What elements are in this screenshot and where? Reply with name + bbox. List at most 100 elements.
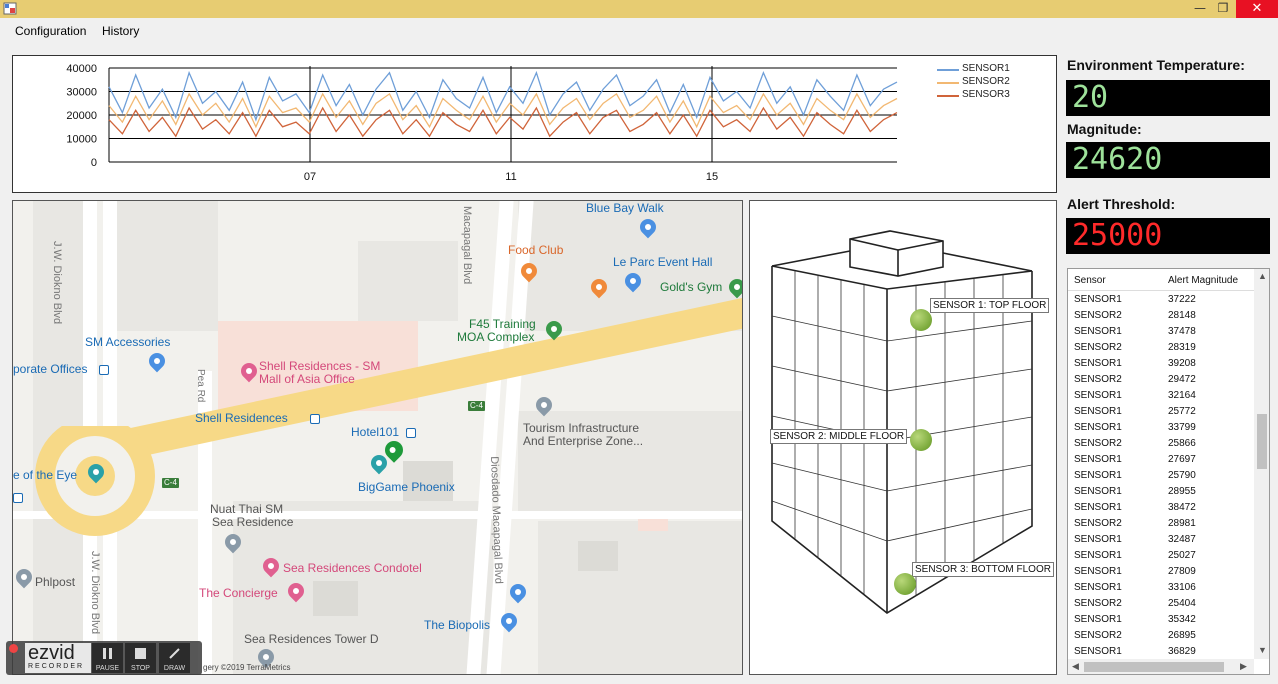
scroll-up-icon[interactable]: ▲ <box>1258 271 1267 281</box>
legend-swatch <box>937 95 959 97</box>
sensor1-indicator[interactable] <box>910 309 932 331</box>
cell-sensor: SENSOR1 <box>1074 614 1122 625</box>
poi-blue-bay-walk[interactable]: Blue Bay Walk <box>586 201 664 215</box>
x-tick-label: 15 <box>706 171 718 183</box>
cell-magnitude: 28981 <box>1168 518 1196 529</box>
table-row[interactable]: SENSOR1 25027 <box>1068 548 1254 564</box>
poi-tourism[interactable]: Tourism Infrastructure <box>523 421 639 435</box>
env-temp-value: 20 <box>1072 80 1109 115</box>
sensor-chart: 40000 30000 20000 10000 0 07 11 15 SENSOR1 SENS… <box>12 55 1057 193</box>
poi-f45[interactable]: F45 Training <box>469 317 536 331</box>
x-tick-label: 11 <box>505 171 516 183</box>
poi-le-parc[interactable]: Le Parc Event Hall <box>613 255 712 269</box>
poi-the-concierge[interactable]: The Concierge <box>199 586 278 600</box>
table-row[interactable]: SENSOR2 28319 <box>1068 340 1254 356</box>
poi-eye[interactable]: e of the Eye <box>13 468 77 482</box>
shopping-icon[interactable] <box>145 349 169 373</box>
cell-magnitude: 25027 <box>1168 550 1196 561</box>
table-row[interactable]: SENSOR1 27697 <box>1068 452 1254 468</box>
cell-magnitude: 39208 <box>1168 358 1196 369</box>
column-header-magnitude[interactable]: Alert Magnitude <box>1168 275 1238 286</box>
scroll-thumb[interactable] <box>1257 414 1267 469</box>
table-row[interactable]: SENSOR1 39208 <box>1068 356 1254 372</box>
scroll-down-icon[interactable]: ▼ <box>1258 645 1267 655</box>
sensor2-indicator[interactable] <box>910 429 932 451</box>
poi-corporate-offices[interactable]: porate Offices <box>13 362 87 376</box>
table-row[interactable]: SENSOR1 25772 <box>1068 404 1254 420</box>
map-block <box>538 521 742 674</box>
table-row[interactable]: SENSOR2 28148 <box>1068 308 1254 324</box>
cell-sensor: SENSOR1 <box>1074 550 1122 561</box>
cell-magnitude: 28319 <box>1168 342 1196 353</box>
transit-badge-icon <box>13 493 23 503</box>
map-block <box>358 241 458 321</box>
pause-icon <box>103 648 112 659</box>
table-row[interactable]: SENSOR1 37478 <box>1068 324 1254 340</box>
poi-nuat-thai[interactable]: Nuat Thai SM <box>210 502 283 516</box>
menu-history[interactable]: History <box>102 24 139 38</box>
vertical-scrollbar[interactable]: ▲ ▼ <box>1254 269 1269 659</box>
poi-sea-residences-tower[interactable]: Sea Residences Tower D <box>244 632 379 646</box>
table-row[interactable]: SENSOR1 32164 <box>1068 388 1254 404</box>
poi-pin-icon[interactable] <box>506 580 530 604</box>
scroll-thumb[interactable] <box>1084 662 1224 672</box>
column-header-sensor[interactable]: Sensor <box>1074 275 1106 286</box>
cell-magnitude: 29472 <box>1168 374 1196 385</box>
poi-philpost[interactable]: Phlpost <box>35 575 75 589</box>
poi-food-club[interactable]: Food Club <box>508 243 563 257</box>
table-row[interactable]: SENSOR1 35342 <box>1068 612 1254 628</box>
table-row[interactable]: SENSOR2 25866 <box>1068 436 1254 452</box>
table-row[interactable]: SENSOR1 28955 <box>1068 484 1254 500</box>
close-button[interactable]: ✕ <box>1236 0 1278 18</box>
scroll-left-icon[interactable]: ◀ <box>1072 661 1079 672</box>
poi-shell-residences[interactable]: Shell Residences <box>195 411 288 425</box>
poi-hotel101[interactable]: Hotel101 <box>351 425 399 439</box>
table-row[interactable]: SENSOR1 37222 <box>1068 292 1254 308</box>
y-tick-label: 20000 <box>66 110 97 122</box>
transit-badge-icon <box>310 414 320 424</box>
street-label: Pea Rd <box>195 369 206 403</box>
table-row[interactable]: SENSOR2 28981 <box>1068 516 1254 532</box>
menu-configuration[interactable]: Configuration <box>15 24 86 38</box>
map-view[interactable]: J.W. Diokno Blvd J.W. Diokno Blvd Macapa… <box>12 200 743 675</box>
table-row[interactable]: SENSOR1 32487 <box>1068 532 1254 548</box>
y-tick-label: 0 <box>91 157 97 169</box>
cell-sensor: SENSOR2 <box>1074 374 1122 385</box>
table-row[interactable]: SENSOR1 38472 <box>1068 500 1254 516</box>
table-row[interactable]: SENSOR1 27809 <box>1068 564 1254 580</box>
poi-the-biopolis[interactable]: The Biopolis <box>424 618 490 632</box>
legend-label: SENSOR3 <box>962 89 1010 100</box>
pause-label: PAUSE <box>95 665 120 672</box>
sensor3-indicator[interactable] <box>894 573 916 595</box>
stop-button[interactable]: STOP <box>125 643 156 673</box>
cell-sensor: SENSOR1 <box>1074 454 1122 465</box>
table-row[interactable]: SENSOR1 36829 <box>1068 644 1254 660</box>
cell-sensor: SENSOR2 <box>1074 342 1122 353</box>
table-row[interactable]: SENSOR2 29472 <box>1068 372 1254 388</box>
cell-sensor: SENSOR1 <box>1074 566 1122 577</box>
table-row[interactable]: SENSOR1 25790 <box>1068 468 1254 484</box>
table-row[interactable]: SENSOR2 25404 <box>1068 596 1254 612</box>
threshold-label: Alert Threshold: <box>1067 196 1176 212</box>
table-row[interactable]: SENSOR2 26895 <box>1068 628 1254 644</box>
post-office-icon[interactable] <box>13 565 36 589</box>
poi-shell-residences-sm[interactable]: Shell Residences - SM <box>259 359 380 373</box>
draw-button[interactable]: DRAW <box>159 643 190 673</box>
table-row[interactable]: SENSOR1 33799 <box>1068 420 1254 436</box>
poi-sea-residences-condotel[interactable]: Sea Residences Condotel <box>283 561 422 575</box>
cell-magnitude: 37478 <box>1168 326 1196 337</box>
poi-golds-gym[interactable]: Gold's Gym <box>660 280 722 294</box>
horizontal-scrollbar[interactable]: ◀ ▶ <box>1068 659 1254 674</box>
poi-biggame-phoenix[interactable]: BigGame Phoenix <box>358 480 455 494</box>
scroll-right-icon[interactable]: ▶ <box>1240 661 1247 672</box>
cell-sensor: SENSOR2 <box>1074 438 1122 449</box>
alert-table[interactable]: Sensor Alert Magnitude SENSOR1 37222 SENSO… <box>1067 268 1270 675</box>
ezvid-subtitle: RECORDER <box>28 663 85 670</box>
poi-nuat-thai-2: Sea Residence <box>212 515 294 529</box>
maximize-button[interactable]: ❐ <box>1209 0 1237 18</box>
pause-button[interactable]: PAUSE <box>92 643 123 673</box>
table-row[interactable]: SENSOR1 33106 <box>1068 580 1254 596</box>
table-header: Sensor Alert Magnitude <box>1068 269 1254 291</box>
poi-sm-accessories[interactable]: SM Accessories <box>85 335 170 349</box>
cell-sensor: SENSOR1 <box>1074 582 1122 593</box>
